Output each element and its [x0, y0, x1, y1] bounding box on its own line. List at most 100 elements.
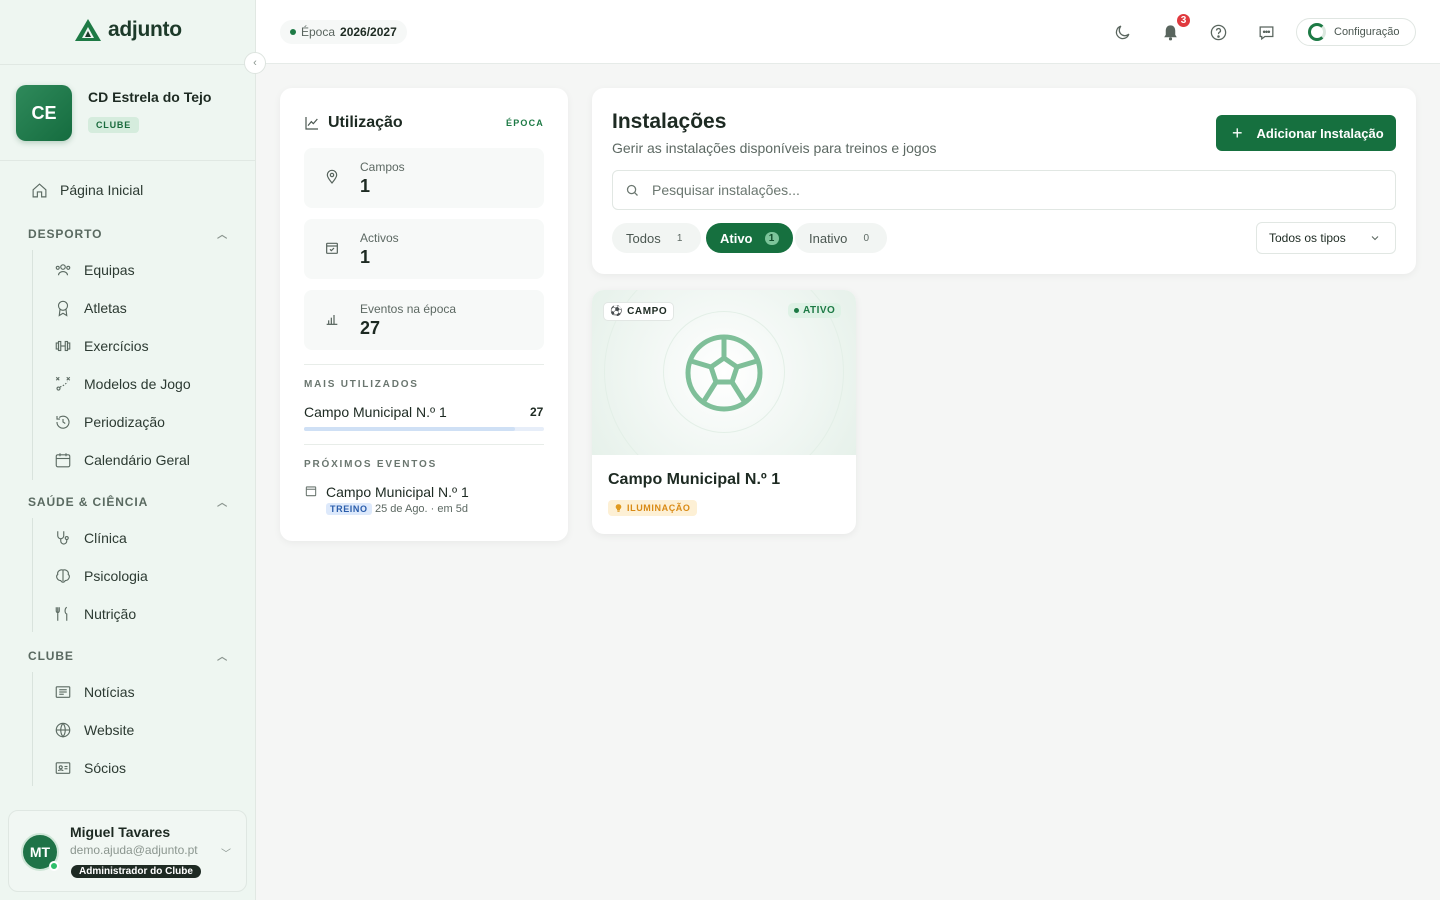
season-dot: [290, 29, 296, 35]
search-box: [612, 170, 1396, 210]
filter-label: Todos: [626, 230, 661, 246]
section-clube-title: CLUBE: [28, 648, 74, 663]
history-icon: [54, 413, 72, 431]
progress-ring-icon: [1308, 23, 1326, 41]
dark-mode-button[interactable]: [1110, 20, 1134, 44]
section-clube[interactable]: CLUBE ︿: [28, 648, 228, 664]
facility-card[interactable]: ⚽ CAMPO ATIVO Campo Municipal N.º 1 ILUM…: [592, 290, 856, 534]
club-name: CD Estrela do Tejo: [88, 89, 212, 105]
filter-label: Ativo: [720, 230, 753, 246]
nav-clinica[interactable]: Clínica: [54, 529, 127, 547]
most-used-bar-fill: [304, 427, 516, 431]
nav-noticias[interactable]: Notícias: [54, 683, 135, 701]
nav-label: Clínica: [84, 530, 127, 546]
most-used-title: MAIS UTILIZADOS: [304, 379, 419, 390]
home-icon: [30, 181, 48, 199]
filter-count: 1: [764, 231, 779, 245]
add-installation-button[interactable]: + Adicionar Instalação: [1216, 115, 1396, 151]
type-select[interactable]: Todos os tipos: [1256, 222, 1396, 254]
upcoming-event-tag: TREINO: [326, 503, 372, 515]
id-card-icon: [54, 759, 72, 777]
nav-label: Nutrição: [84, 606, 137, 622]
upcoming-event-name[interactable]: Campo Municipal N.º 1: [326, 484, 469, 500]
stat-value: 1: [360, 247, 371, 267]
season-indicator[interactable]: Época 2026/2027: [280, 20, 407, 44]
feature-text: ILUMINAÇÃO: [627, 503, 691, 513]
user-name: Miguel Tavares: [70, 824, 171, 840]
users-icon: [54, 261, 72, 279]
configuration-button[interactable]: Configuração: [1296, 18, 1416, 46]
nav-label: Modelos de Jogo: [84, 376, 191, 392]
messages-button[interactable]: [1254, 20, 1278, 44]
logo-icon: [75, 19, 101, 41]
nav-psicologia[interactable]: Psicologia: [54, 567, 148, 585]
collapse-sidebar-button[interactable]: ‹: [244, 52, 266, 74]
calendar-icon: [305, 486, 317, 497]
usage-period[interactable]: ÉPOCA: [506, 118, 544, 128]
filter-todos[interactable]: Todos 1: [612, 223, 701, 253]
filter-inativo[interactable]: Inativo 0: [795, 223, 888, 253]
chevron-down-icon: ﹀: [221, 849, 231, 860]
club-badge: CLUBE: [88, 117, 139, 133]
nav-socios[interactable]: Sócios: [54, 759, 126, 777]
notifications-button[interactable]: 3: [1158, 12, 1192, 44]
status-text: ATIVO: [803, 305, 836, 316]
section-desporto[interactable]: DESPORTO ︿: [28, 226, 228, 242]
stat-activos: Activos 1: [304, 219, 544, 279]
medal-icon: [54, 299, 72, 317]
search-icon: [626, 184, 638, 196]
nav-label: Website: [84, 722, 135, 738]
app-logo[interactable]: adjunto: [74, 18, 182, 42]
nav-periodizacao[interactable]: Periodização: [54, 413, 165, 431]
chevron-down-icon: [1371, 236, 1379, 241]
online-status-dot: [49, 861, 59, 871]
facility-type-tag: ⚽ CAMPO: [603, 302, 675, 321]
chevron-up-icon: ︿: [217, 230, 228, 241]
tactics-icon: [54, 375, 72, 393]
filter-ativo[interactable]: Ativo 1: [706, 223, 793, 253]
user-menu[interactable]: MT Miguel Tavares demo.ajuda@adjunto.pt …: [8, 810, 247, 892]
chevron-left-icon: ‹: [253, 57, 257, 69]
utensils-icon: [54, 605, 72, 623]
tree-line: [32, 250, 33, 480]
nav-modelos-jogo[interactable]: Modelos de Jogo: [54, 375, 191, 393]
nav-atletas[interactable]: Atletas: [54, 299, 127, 317]
search-input[interactable]: [652, 182, 1352, 198]
stat-value: 1: [360, 176, 371, 196]
filter-label: Inativo: [809, 230, 848, 246]
facility-type: CAMPO: [627, 306, 668, 317]
help-button[interactable]: [1206, 20, 1230, 44]
nav-label: Notícias: [84, 684, 135, 700]
page-title: Instalações: [612, 110, 727, 133]
stethoscope-icon: [54, 529, 72, 547]
usage-title-text: Utilização: [328, 114, 403, 131]
type-select-value: Todos os tipos: [1269, 231, 1346, 245]
nav-nutricao[interactable]: Nutrição: [54, 605, 136, 623]
nav-equipas[interactable]: Equipas: [54, 261, 135, 279]
nav-label: Equipas: [84, 262, 135, 278]
nav-exercicios[interactable]: Exercícios: [54, 337, 149, 355]
section-saude-title: SAÚDE & CIÊNCIA: [28, 494, 149, 509]
tree-line: [32, 672, 33, 786]
chevron-up-icon: ︿: [217, 498, 228, 509]
season-value: 2026/2027: [340, 25, 397, 39]
filter-count: 0: [863, 232, 870, 244]
nav-label: Atletas: [84, 300, 127, 316]
nav-home[interactable]: Página Inicial: [30, 181, 143, 199]
status-dot: [794, 308, 799, 313]
page-subtitle: Gerir as instalações disponíveis para tr…: [612, 140, 937, 156]
stat-eventos: Eventos na época 27: [304, 290, 544, 350]
dumbbell-icon: [54, 337, 72, 355]
nav-website[interactable]: Website: [54, 721, 134, 739]
facility-name: Campo Municipal N.º 1: [608, 471, 781, 488]
bar-chart-icon: [326, 315, 338, 325]
section-saude[interactable]: SAÚDE & CIÊNCIA ︿: [28, 494, 228, 510]
club-header: CE CD Estrela do Tejo CLUBE: [0, 64, 255, 161]
nav-label: Periodização: [84, 414, 165, 430]
divider: [304, 364, 544, 365]
upcoming-title: PRÓXIMOS EVENTOS: [304, 459, 438, 470]
usage-title: Utilização: [304, 114, 403, 132]
tree-line: [32, 518, 33, 632]
calendar-icon: [54, 451, 72, 469]
nav-calendario[interactable]: Calendário Geral: [54, 451, 190, 469]
